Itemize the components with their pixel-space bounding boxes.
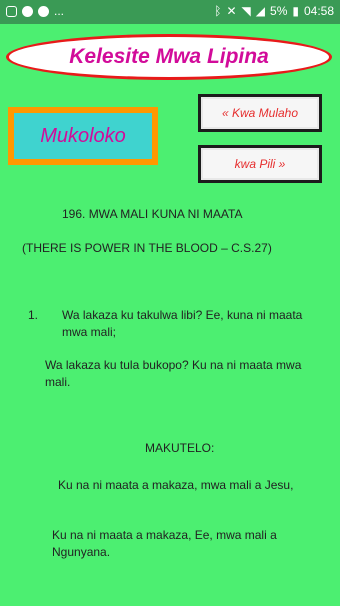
app-title-banner: Kelesite Mwa Lipina	[6, 34, 332, 80]
wifi-icon: ◥	[241, 4, 251, 18]
battery-icon: ▮	[292, 4, 299, 18]
chorus-line: Ku na ni maata a makaza, mwa mali a Jesu…	[58, 478, 294, 492]
chorus-line: Ku na ni maata a makaza, Ee, mwa mali a …	[52, 528, 277, 559]
bluetooth-icon: ᛒ	[214, 4, 222, 18]
verse-line: Wa lakaza ku takulwa libi? Ee, kuna ni m…	[62, 308, 303, 339]
mute-icon: ✕	[226, 4, 237, 18]
next-button-label: kwa Pili »	[234, 157, 286, 171]
app-title: Kelesite Mwa Lipina	[69, 45, 269, 68]
verse-line: Wa lakaza ku tula bukopo? Ku na ni maata…	[45, 358, 302, 389]
hymn-title: 196. MWA MALI KUNA NI MAATA	[62, 207, 243, 221]
clock-notification-icon	[38, 5, 49, 17]
more-notifications-indicator: ...	[54, 4, 65, 18]
next-button[interactable]: kwa Pili »	[198, 145, 322, 183]
whatsapp-notification-icon	[22, 5, 33, 17]
verse-number: 1.	[28, 308, 39, 322]
signal-icon: ◢	[255, 4, 266, 18]
image-notification-icon	[6, 5, 17, 17]
status-left: ...	[6, 4, 64, 18]
previous-button-label: « Kwa Mulaho	[221, 106, 299, 120]
battery-percentage: 5%	[270, 4, 288, 18]
status-right: ᛒ ✕ ◥ ◢ 5% ▮ 04:58	[214, 4, 334, 18]
chorus-label: MAKUTELO:	[145, 441, 215, 455]
previous-button[interactable]: « Kwa Mulaho	[198, 94, 322, 132]
clock: 04:58	[303, 4, 334, 18]
home-button-label: Mukoloko	[40, 124, 126, 147]
home-button[interactable]: Mukoloko	[8, 107, 158, 165]
status-bar: ... ᛒ ✕ ◥ ◢ 5% ▮ 04:58	[0, 0, 340, 24]
hymn-subtitle: (THERE IS POWER IN THE BLOOD – C.S.27)	[22, 241, 272, 255]
